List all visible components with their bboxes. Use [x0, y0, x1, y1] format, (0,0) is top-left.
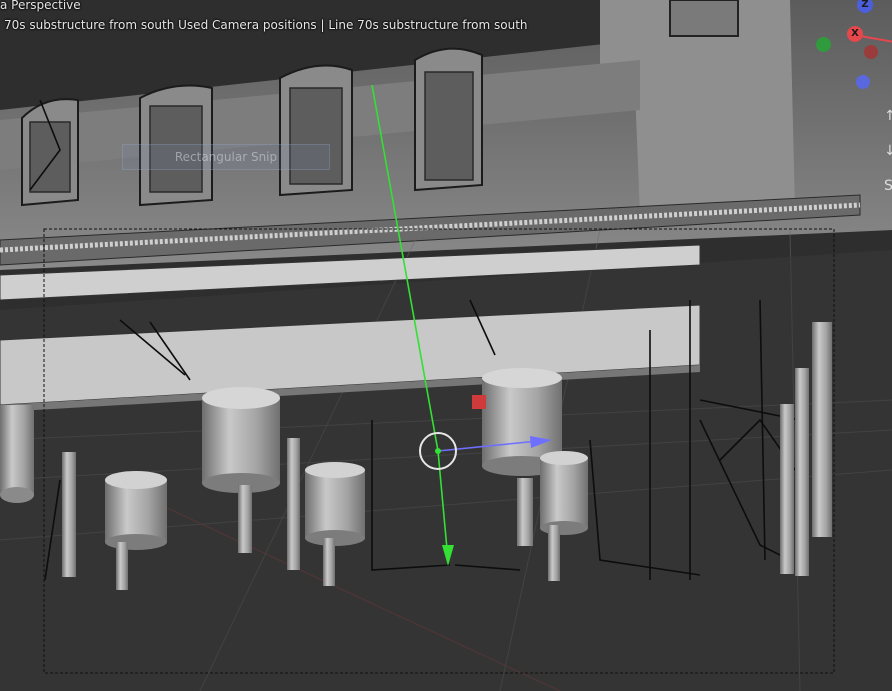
substructure-shadow [0, 250, 892, 691]
nav-partial-label[interactable]: S [884, 178, 892, 194]
tower-window [669, 0, 739, 37]
gizmo-center [435, 448, 441, 454]
view-mode-label: a Perspective [0, 0, 81, 12]
nav-arrow-down-icon[interactable]: ↓ [884, 143, 892, 159]
rectangular-snip-overlay: Rectangular Snip [122, 144, 330, 170]
navigation-gizmo[interactable]: Z X [810, 0, 892, 100]
neg-z-axis-ball[interactable] [856, 75, 870, 89]
scene-render [0, 0, 892, 691]
neg-x-axis-ball[interactable] [864, 45, 878, 59]
scene-info-label: 70s substructure from south Used Camera … [4, 18, 528, 32]
gizmo-x-line [862, 35, 892, 43]
x-axis-ball[interactable]: X [847, 26, 863, 42]
nav-arrow-up-icon[interactable]: ↑ [884, 108, 892, 124]
z-axis-ball[interactable]: Z [857, 0, 873, 13]
3d-viewport[interactable]: a Perspective 70s substructure from sout… [0, 0, 892, 691]
y-axis-ball[interactable] [816, 37, 831, 52]
z-axis-handle [472, 395, 486, 409]
